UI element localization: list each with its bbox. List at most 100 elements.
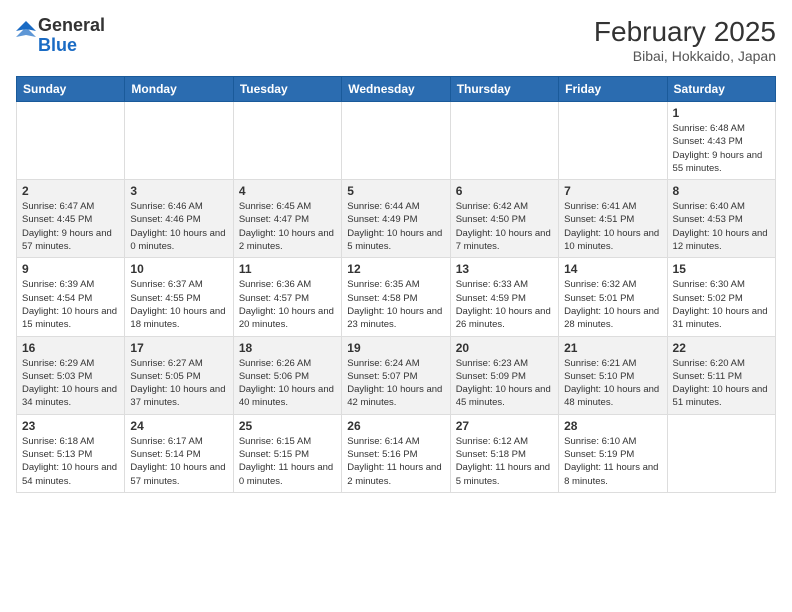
day-number: 12 xyxy=(347,262,444,276)
weekday-header-row: SundayMondayTuesdayWednesdayThursdayFrid… xyxy=(17,77,776,102)
calendar-cell: 8 Sunrise: 6:40 AM Sunset: 4:53 PM Daylig… xyxy=(667,180,775,258)
calendar-cell: 20 Sunrise: 6:23 AM Sunset: 5:09 PM Dayli… xyxy=(450,336,558,414)
day-info: Sunrise: 6:20 AM Sunset: 5:11 PM Dayligh… xyxy=(673,357,770,410)
calendar-cell: 25 Sunrise: 6:15 AM Sunset: 5:15 PM Dayli… xyxy=(233,414,341,492)
calendar-cell xyxy=(450,102,558,180)
calendar-cell xyxy=(342,102,450,180)
day-number: 10 xyxy=(130,262,227,276)
calendar-week-row: 9Sunrise: 6:39 AM Sunset: 4:54 PM Daylig… xyxy=(17,258,776,336)
calendar-cell: 15 Sunrise: 6:30 AM Sunset: 5:02 PM Dayli… xyxy=(667,258,775,336)
calendar-cell xyxy=(17,102,125,180)
calendar-week-row: 1 Sunrise: 6:48 AM Sunset: 4:43 PM Daylig… xyxy=(17,102,776,180)
day-number: 3 xyxy=(130,184,227,198)
calendar-cell: 4 Sunrise: 6:45 AM Sunset: 4:47 PM Daylig… xyxy=(233,180,341,258)
weekday-header-thursday: Thursday xyxy=(450,77,558,102)
calendar-cell: 21 Sunrise: 6:21 AM Sunset: 5:10 PM Dayli… xyxy=(559,336,667,414)
calendar-cell: 5 Sunrise: 6:44 AM Sunset: 4:49 PM Daylig… xyxy=(342,180,450,258)
day-info: Sunrise: 6:29 AM Sunset: 5:03 PM Dayligh… xyxy=(22,357,119,410)
day-number: 7 xyxy=(564,184,661,198)
page-header: General Blue February 2025 Bibai, Hokkai… xyxy=(16,16,776,64)
day-info: Sunrise: 6:41 AM Sunset: 4:51 PM Dayligh… xyxy=(564,200,661,253)
day-number: 8 xyxy=(673,184,770,198)
calendar-cell: 18Sunrise: 6:26 AM Sunset: 5:06 PM Dayli… xyxy=(233,336,341,414)
calendar-cell: 13 Sunrise: 6:33 AM Sunset: 4:59 PM Dayli… xyxy=(450,258,558,336)
day-number: 2 xyxy=(22,184,119,198)
day-number: 16 xyxy=(22,341,119,355)
day-info: Sunrise: 6:21 AM Sunset: 5:10 PM Dayligh… xyxy=(564,357,661,410)
day-info: Sunrise: 6:33 AM Sunset: 4:59 PM Dayligh… xyxy=(456,278,553,331)
weekday-header-tuesday: Tuesday xyxy=(233,77,341,102)
calendar-cell: 17Sunrise: 6:27 AM Sunset: 5:05 PM Dayli… xyxy=(125,336,233,414)
day-number: 11 xyxy=(239,262,336,276)
logo-blue-text: Blue xyxy=(38,36,105,56)
logo-general-text: General xyxy=(38,16,105,36)
day-info: Sunrise: 6:47 AM Sunset: 4:45 PM Dayligh… xyxy=(22,200,119,253)
day-info: Sunrise: 6:24 AM Sunset: 5:07 PM Dayligh… xyxy=(347,357,444,410)
day-info: Sunrise: 6:23 AM Sunset: 5:09 PM Dayligh… xyxy=(456,357,553,410)
day-info: Sunrise: 6:40 AM Sunset: 4:53 PM Dayligh… xyxy=(673,200,770,253)
day-number: 13 xyxy=(456,262,553,276)
day-info: Sunrise: 6:35 AM Sunset: 4:58 PM Dayligh… xyxy=(347,278,444,331)
day-number: 23 xyxy=(22,419,119,433)
calendar-cell: 28 Sunrise: 6:10 AM Sunset: 5:19 PM Dayli… xyxy=(559,414,667,492)
calendar-cell: 26 Sunrise: 6:14 AM Sunset: 5:16 PM Dayli… xyxy=(342,414,450,492)
day-number: 26 xyxy=(347,419,444,433)
day-number: 4 xyxy=(239,184,336,198)
day-info: Sunrise: 6:18 AM Sunset: 5:13 PM Dayligh… xyxy=(22,435,119,488)
calendar-cell: 2 Sunrise: 6:47 AM Sunset: 4:45 PM Daylig… xyxy=(17,180,125,258)
calendar-cell: 10Sunrise: 6:37 AM Sunset: 4:55 PM Dayli… xyxy=(125,258,233,336)
weekday-header-wednesday: Wednesday xyxy=(342,77,450,102)
day-info: Sunrise: 6:48 AM Sunset: 4:43 PM Dayligh… xyxy=(673,122,770,175)
day-info: Sunrise: 6:10 AM Sunset: 5:19 PM Dayligh… xyxy=(564,435,661,488)
calendar-cell: 12 Sunrise: 6:35 AM Sunset: 4:58 PM Dayli… xyxy=(342,258,450,336)
day-number: 25 xyxy=(239,419,336,433)
weekday-header-saturday: Saturday xyxy=(667,77,775,102)
calendar-cell: 7 Sunrise: 6:41 AM Sunset: 4:51 PM Daylig… xyxy=(559,180,667,258)
day-number: 6 xyxy=(456,184,553,198)
calendar-cell: 23 Sunrise: 6:18 AM Sunset: 5:13 PM Dayli… xyxy=(17,414,125,492)
day-info: Sunrise: 6:14 AM Sunset: 5:16 PM Dayligh… xyxy=(347,435,444,488)
month-year: February 2025 xyxy=(594,16,776,48)
logo: General Blue xyxy=(16,16,105,56)
day-info: Sunrise: 6:15 AM Sunset: 5:15 PM Dayligh… xyxy=(239,435,336,488)
weekday-header-friday: Friday xyxy=(559,77,667,102)
day-number: 9 xyxy=(22,262,119,276)
calendar-cell xyxy=(667,414,775,492)
day-number: 5 xyxy=(347,184,444,198)
day-number: 28 xyxy=(564,419,661,433)
day-info: Sunrise: 6:45 AM Sunset: 4:47 PM Dayligh… xyxy=(239,200,336,253)
calendar-cell: 9Sunrise: 6:39 AM Sunset: 4:54 PM Daylig… xyxy=(17,258,125,336)
calendar-cell xyxy=(559,102,667,180)
calendar-week-row: 16 Sunrise: 6:29 AM Sunset: 5:03 PM Dayli… xyxy=(17,336,776,414)
day-info: Sunrise: 6:30 AM Sunset: 5:02 PM Dayligh… xyxy=(673,278,770,331)
location: Bibai, Hokkaido, Japan xyxy=(594,48,776,64)
calendar-cell: 3 Sunrise: 6:46 AM Sunset: 4:46 PM Daylig… xyxy=(125,180,233,258)
title-block: February 2025 Bibai, Hokkaido, Japan xyxy=(594,16,776,64)
day-number: 20 xyxy=(456,341,553,355)
day-number: 17 xyxy=(130,341,227,355)
weekday-header-sunday: Sunday xyxy=(17,77,125,102)
calendar-cell: 27Sunrise: 6:12 AM Sunset: 5:18 PM Dayli… xyxy=(450,414,558,492)
calendar-cell: 19Sunrise: 6:24 AM Sunset: 5:07 PM Dayli… xyxy=(342,336,450,414)
calendar-cell: 11Sunrise: 6:36 AM Sunset: 4:57 PM Dayli… xyxy=(233,258,341,336)
calendar-cell: 6 Sunrise: 6:42 AM Sunset: 4:50 PM Daylig… xyxy=(450,180,558,258)
day-number: 15 xyxy=(673,262,770,276)
logo-icon xyxy=(16,21,36,51)
day-number: 14 xyxy=(564,262,661,276)
day-info: Sunrise: 6:44 AM Sunset: 4:49 PM Dayligh… xyxy=(347,200,444,253)
calendar-cell xyxy=(233,102,341,180)
calendar-cell xyxy=(125,102,233,180)
day-number: 27 xyxy=(456,419,553,433)
calendar-cell: 24Sunrise: 6:17 AM Sunset: 5:14 PM Dayli… xyxy=(125,414,233,492)
day-info: Sunrise: 6:32 AM Sunset: 5:01 PM Dayligh… xyxy=(564,278,661,331)
calendar-week-row: 2 Sunrise: 6:47 AM Sunset: 4:45 PM Daylig… xyxy=(17,180,776,258)
calendar-cell: 16 Sunrise: 6:29 AM Sunset: 5:03 PM Dayli… xyxy=(17,336,125,414)
calendar-cell: 1 Sunrise: 6:48 AM Sunset: 4:43 PM Daylig… xyxy=(667,102,775,180)
day-number: 1 xyxy=(673,106,770,120)
day-info: Sunrise: 6:46 AM Sunset: 4:46 PM Dayligh… xyxy=(130,200,227,253)
day-number: 24 xyxy=(130,419,227,433)
day-info: Sunrise: 6:42 AM Sunset: 4:50 PM Dayligh… xyxy=(456,200,553,253)
calendar-week-row: 23 Sunrise: 6:18 AM Sunset: 5:13 PM Dayli… xyxy=(17,414,776,492)
calendar-cell: 14 Sunrise: 6:32 AM Sunset: 5:01 PM Dayli… xyxy=(559,258,667,336)
day-number: 21 xyxy=(564,341,661,355)
